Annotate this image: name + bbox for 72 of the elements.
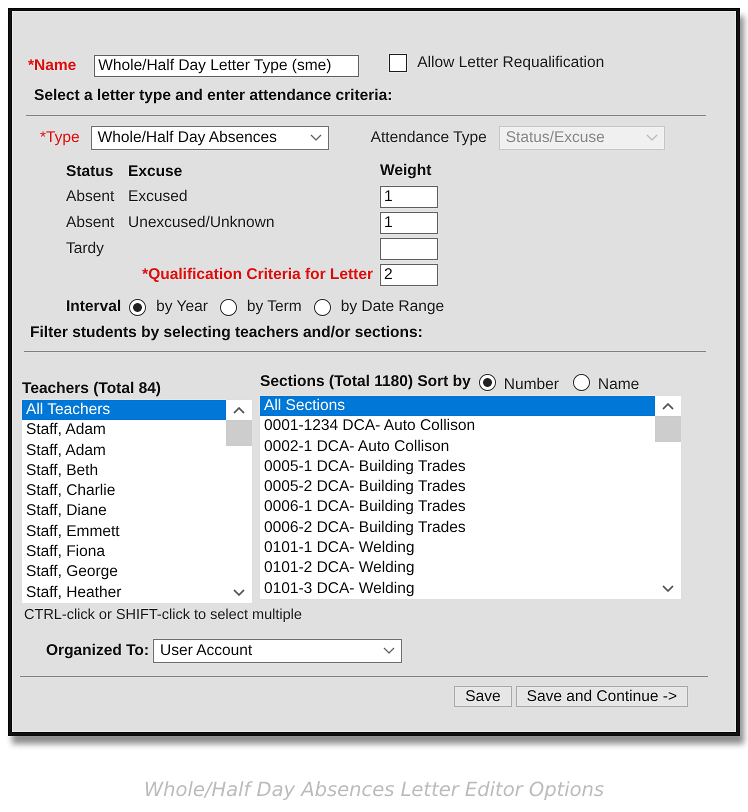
radio-label: Name (598, 376, 640, 394)
weight-field[interactable]: 1 (380, 186, 438, 208)
list-item[interactable]: Staff, Charlie (22, 481, 226, 502)
list-item[interactable]: Staff, Adam (22, 420, 226, 441)
list-item[interactable]: 0001-1234 DCA- Auto Collison (260, 416, 655, 437)
name-field[interactable]: Whole/Half Day Letter Type (sme) (94, 55, 360, 77)
sections-list[interactable] (260, 396, 681, 599)
teachers-list[interactable]: All Teachers Staff, Adam Staff, Adam Staff, Beth Staff, Charlie Staff, Diane Staff, Emmett Staff, Fiona Staff, George Staff, Heather (22, 400, 252, 603)
requalification-checkbox[interactable] (389, 54, 408, 72)
list-item[interactable]: All Sections (260, 396, 655, 416)
sections-label: Sections (Total 1180) Sort by (260, 373, 471, 391)
list-item[interactable]: 0005-1 DCA- Building Trades (260, 456, 655, 478)
qualification-label: *Qualification Criteria for Letter (142, 266, 374, 284)
list-item[interactable]: 0101-1 DCA- Welding (260, 538, 655, 558)
name-label: *Name (28, 57, 76, 75)
scroll-thumb[interactable] (226, 420, 252, 446)
list-item[interactable]: 0101-2 DCA- Welding (260, 558, 655, 579)
list-item[interactable]: All Teachers (22, 400, 226, 420)
weight-field[interactable]: 1 (380, 212, 438, 234)
status-cell-text: Absent (66, 188, 116, 206)
chevron-down-icon (383, 647, 396, 655)
chevron-down-icon (646, 134, 658, 142)
list-item[interactable]: 0006-1 DCA- Building Trades (260, 497, 655, 518)
excuse-cell-text: Unexcused/Unknown (128, 214, 276, 232)
scroll-down-icon[interactable] (662, 585, 674, 593)
radio-button[interactable] (314, 298, 331, 316)
caption: Whole/Half Day Absences Letter Editor Options (142, 778, 606, 801)
list-item[interactable]: Staff, Emmett (22, 522, 226, 542)
radio-label: by Term (246, 298, 302, 316)
attendance-type-label: Attendance Type (370, 129, 487, 147)
interval-label: Interval (66, 298, 122, 316)
section-heading: Filter students by selecting teachers and/or sections: (30, 324, 424, 342)
scroll-up-icon[interactable] (662, 402, 674, 410)
list-item[interactable]: Staff, George (22, 562, 226, 583)
list-item[interactable]: Staff, Diane (22, 501, 226, 522)
list-item[interactable]: Staff, Beth (22, 460, 226, 482)
radio-button[interactable] (129, 298, 146, 316)
radio-label: Number (504, 376, 559, 394)
teachers-label: Teachers (Total 84) (22, 380, 162, 398)
list-item[interactable]: 0005-2 DCA- Building Trades (260, 477, 655, 498)
scroll-down-icon[interactable] (233, 589, 245, 597)
hint-text: CTRL-click or SHIFT-click to select multiple (24, 607, 303, 623)
type-select[interactable]: Whole/Half Day Absences (90, 126, 329, 150)
status-cell-text: Absent (66, 214, 116, 232)
radio-button[interactable] (478, 374, 496, 390)
action-button[interactable]: Save (454, 686, 512, 707)
list-item[interactable]: Staff, Adam (22, 440, 226, 461)
section-heading: Select a letter type and enter attendance criteria: (34, 87, 394, 105)
list-item[interactable]: Staff, Heather (22, 582, 226, 603)
action-button[interactable]: Save and Continue -> (516, 686, 688, 707)
radio-label: by Year (156, 298, 208, 316)
excuse-cell-text: Excused (128, 188, 188, 206)
chevron-down-icon (310, 134, 322, 142)
requalification-label: Allow Letter Requalification (417, 54, 604, 72)
list-item[interactable]: 0101-3 DCA- Welding (260, 578, 655, 599)
organized-to-select[interactable]: User Account (153, 639, 402, 663)
list-item[interactable]: Staff, Fiona (22, 542, 226, 562)
column-header: Weight (380, 162, 432, 180)
scroll-up-icon[interactable] (233, 406, 245, 414)
column-header: Status (66, 163, 114, 181)
status-cell-text: Tardy (66, 240, 105, 258)
radio-button[interactable] (572, 374, 590, 390)
radio-label: by Date Range (340, 298, 444, 316)
organized-to-label: Organized To: (46, 642, 150, 660)
list-item[interactable]: 0006-2 DCA- Building Trades (260, 518, 655, 538)
type-label: *Type (40, 129, 80, 147)
radio-button[interactable] (220, 298, 237, 316)
column-header: Excuse (128, 163, 184, 181)
weight-field[interactable] (380, 238, 438, 260)
list-item[interactable]: 0002-1 DCA- Auto Collison (260, 436, 655, 457)
scroll-thumb[interactable] (655, 416, 681, 442)
qualification-field[interactable]: 2 (380, 264, 438, 286)
